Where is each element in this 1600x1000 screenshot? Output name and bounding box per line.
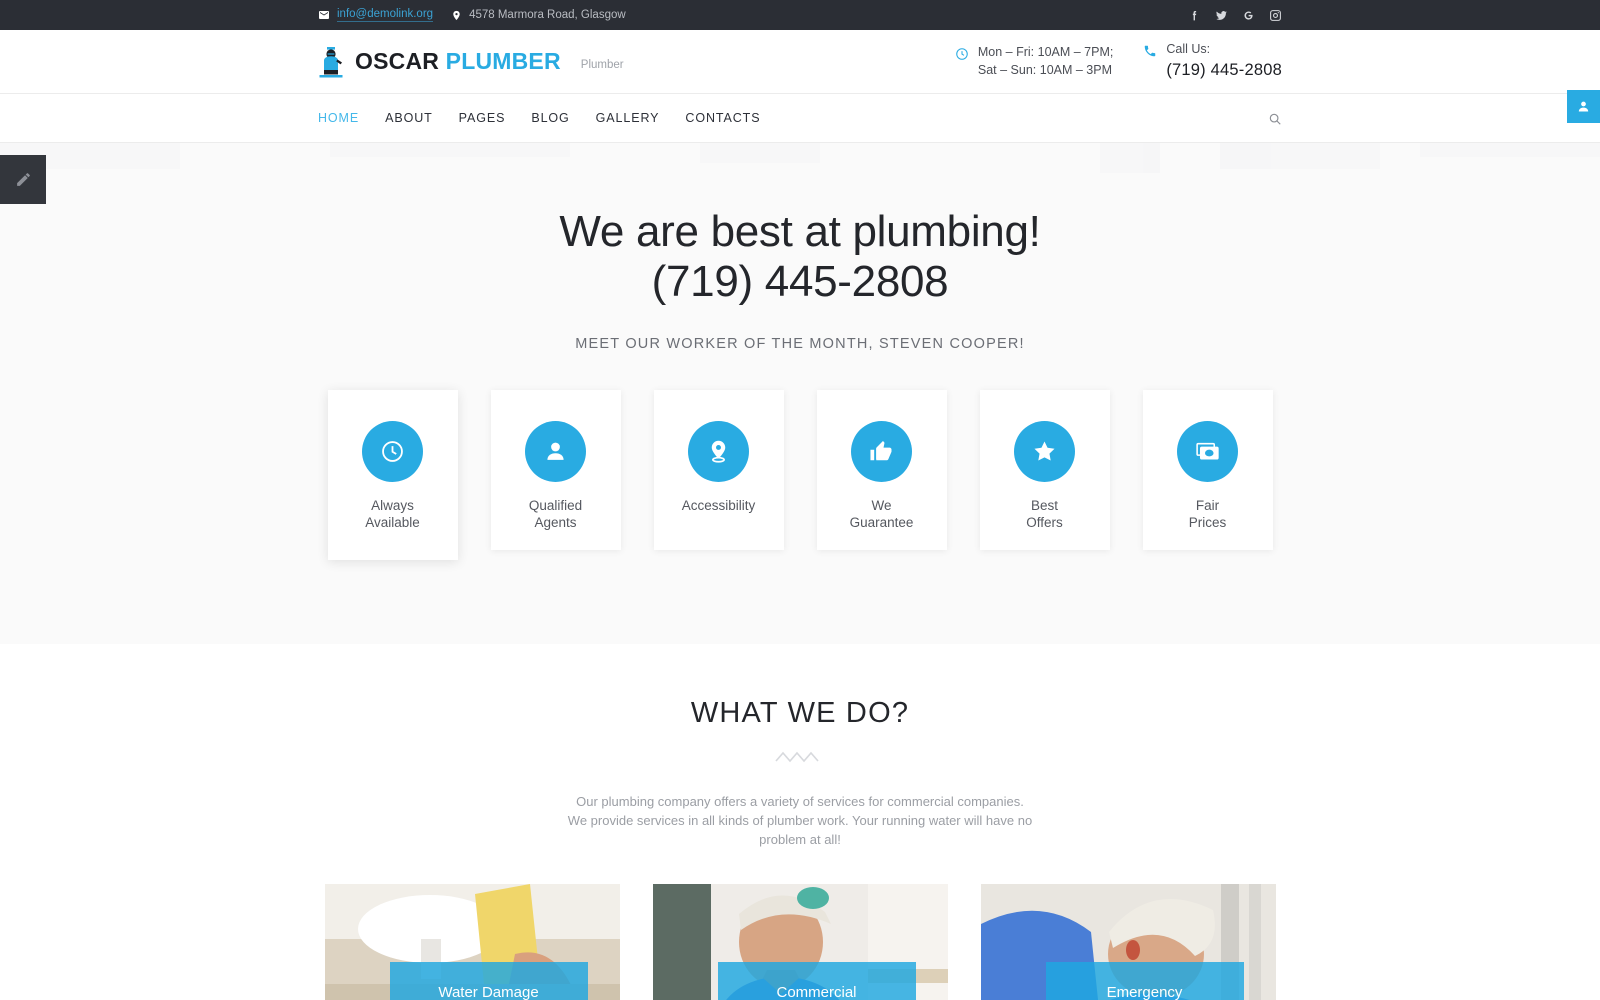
user-account-icon[interactable]	[1567, 90, 1600, 123]
header-phone-number[interactable]: (719) 445-2808	[1166, 59, 1282, 82]
service-card-water-damage-restoration[interactable]: Water Damage Restoration	[324, 883, 620, 1000]
mail-icon	[318, 9, 330, 21]
person-icon	[525, 421, 586, 483]
service-label: Water Damage Restoration	[438, 983, 539, 1000]
plumber-mascot-logo	[319, 46, 343, 77]
topbar-email-item[interactable]: info@demolink.org	[318, 8, 434, 22]
top-utility-bar: info@demolink.org 4578 Marmora Road, Gla…	[0, 0, 1600, 30]
section-title: WHAT WE DO?	[690, 697, 910, 729]
brand-word-2: PLUMBER	[445, 48, 561, 74]
hero-section: We are best at plumbing! (719) 445-2808 …	[0, 143, 1600, 644]
working-hours-block: Mon – Fri: 10AM – 7PM; Sat – Sun: 10AM –…	[955, 44, 1113, 80]
hero-subheading: MEET OUR WORKER OF THE MONTH, STEVEN COO…	[575, 336, 1025, 353]
zigzag-divider	[775, 751, 819, 763]
hero-content: We are best at plumbing! (719) 445-2808 …	[0, 143, 1600, 561]
service-cards-row: Water Damage Restoration Commercial Plum…	[0, 883, 1600, 1000]
hours-line-2: Sat – Sun: 10AM – 3PM	[977, 62, 1112, 77]
clock-icon	[955, 47, 969, 61]
money-cash-icon	[1177, 421, 1238, 483]
nav-menu: HOME ABOUT PAGES BLOG GALLERY CONTACTS	[318, 111, 760, 125]
hours-line-1: Mon – Fri: 10AM – 7PM;	[977, 44, 1114, 59]
hero-heading-line-2: (719) 445-2808	[651, 256, 949, 306]
service-label: Commercial Plumbing	[776, 983, 857, 1000]
facebook-icon[interactable]	[1188, 9, 1201, 22]
topbar-contact-group: info@demolink.org 4578 Marmora Road, Gla…	[318, 8, 626, 22]
topbar-email-link[interactable]: info@demolink.org	[337, 8, 434, 22]
call-us-lines: Call Us: (719) 445-2808	[1166, 41, 1282, 82]
working-hours-lines: Mon – Fri: 10AM – 7PM; Sat – Sun: 10AM –…	[978, 44, 1113, 80]
topbar-address-text: 4578 Marmora Road, Glasgow	[469, 9, 626, 21]
topbar-address-item: 4578 Marmora Road, Glasgow	[451, 9, 626, 22]
service-label-overlay: Water Damage Restoration	[389, 961, 588, 1000]
phone-icon	[1143, 44, 1157, 58]
feature-card-label: Fair Prices	[1188, 498, 1227, 530]
location-pin-icon	[451, 9, 462, 22]
feature-card-label: Qualified Agents	[528, 498, 583, 530]
brand-word-1: OSCAR	[355, 48, 440, 74]
nav-item-about[interactable]: ABOUT	[385, 111, 433, 125]
section-description: Our plumbing company offers a variety of…	[567, 794, 1033, 848]
feature-card-label: Accessibility	[681, 498, 756, 514]
search-icon[interactable]	[1268, 94, 1282, 144]
feature-card-label: We Guarantee	[849, 498, 914, 530]
feature-card-qualified-agents[interactable]: Qualified Agents	[490, 390, 621, 551]
call-us-block[interactable]: Call Us: (719) 445-2808	[1143, 41, 1282, 82]
brand-logo-group[interactable]: OSCAR PLUMBER Plumber	[318, 45, 624, 79]
service-label-overlay: Commercial Plumbing	[717, 961, 916, 1000]
what-we-do-section: WHAT WE DO? Our plumbing company offers …	[0, 644, 1600, 1000]
feature-card-we-guarantee[interactable]: We Guarantee	[816, 390, 947, 551]
instagram-icon[interactable]	[1269, 9, 1282, 22]
hero-heading: We are best at plumbing! (719) 445-2808	[0, 207, 1600, 306]
location-pin-icon	[688, 421, 749, 483]
service-label: Emergency Plumber	[1106, 983, 1183, 1000]
pencil-edit-icon[interactable]	[0, 155, 46, 204]
feature-card-label: Always Available	[365, 498, 420, 530]
feature-card-fair-prices[interactable]: Fair Prices	[1142, 390, 1273, 551]
feature-card-always-available[interactable]: Always Available	[327, 390, 458, 561]
hero-heading-line-1: We are best at plumbing!	[559, 207, 1041, 256]
site-header: OSCAR PLUMBER Plumber Mon – Fri: 10AM – …	[0, 30, 1600, 93]
nav-item-blog[interactable]: BLOG	[531, 111, 569, 125]
call-us-label: Call Us:	[1166, 41, 1211, 56]
service-label-overlay: Emergency Plumber	[1045, 961, 1244, 1000]
nav-item-pages[interactable]: PAGES	[459, 111, 506, 125]
feature-card-accessibility[interactable]: Accessibility	[653, 390, 784, 551]
nav-item-gallery[interactable]: GALLERY	[596, 111, 660, 125]
feature-cards-row: Always Available Qualified Agents Access…	[0, 390, 1600, 561]
feature-card-label: Best Offers	[1026, 498, 1063, 530]
social-links-group	[1188, 0, 1282, 30]
brand-name: OSCAR PLUMBER	[355, 48, 561, 75]
star-icon	[1014, 421, 1075, 483]
main-navigation-bar: HOME ABOUT PAGES BLOG GALLERY CONTACTS	[0, 93, 1600, 143]
brand-tagline: Plumber	[580, 58, 624, 71]
twitter-icon[interactable]	[1215, 9, 1228, 22]
service-card-commercial-plumbing[interactable]: Commercial Plumbing	[652, 883, 948, 1000]
feature-card-best-offers[interactable]: Best Offers	[979, 390, 1110, 551]
service-card-emergency-plumber[interactable]: Emergency Plumber	[980, 883, 1276, 1000]
thumbs-up-icon	[851, 421, 912, 483]
header-info-group: Mon – Fri: 10AM – 7PM; Sat – Sun: 10AM –…	[955, 30, 1282, 93]
clock-icon	[362, 421, 423, 483]
google-plus-icon[interactable]	[1242, 9, 1255, 22]
nav-item-contacts[interactable]: CONTACTS	[685, 111, 760, 125]
nav-item-home[interactable]: HOME	[318, 111, 359, 125]
